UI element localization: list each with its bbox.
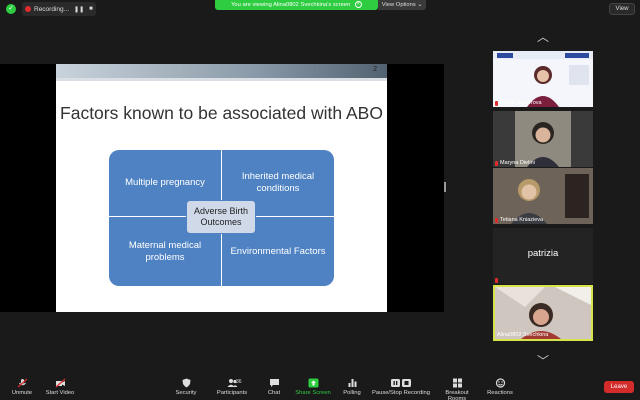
- zoom-window: ✓ Recording... ❚❚ ■ You are viewing Alin…: [0, 0, 640, 400]
- muted-mic-icon: [17, 378, 27, 388]
- resize-handle[interactable]: [444, 182, 446, 192]
- security-shield-icon[interactable]: ✓: [6, 4, 16, 14]
- unmute-label: Unmute: [11, 390, 33, 396]
- participant-tile-active-speaker[interactable]: Alina0802 Svechkina: [493, 285, 593, 341]
- unmute-button[interactable]: Unmute: [8, 378, 36, 396]
- scroll-up-chevron-icon[interactable]: ︿: [537, 28, 549, 45]
- leave-label: Leave: [610, 384, 628, 390]
- slide-page-number: 2: [373, 66, 377, 73]
- slide-header-band: [56, 64, 387, 78]
- muted-mic-icon: [495, 278, 498, 283]
- chat-button[interactable]: Chat: [264, 378, 284, 396]
- participant-name-label: Tetiana Kniazieva: [500, 217, 544, 223]
- security-button[interactable]: Security: [172, 378, 200, 396]
- scroll-down-chevron-icon[interactable]: ﹀: [537, 352, 549, 369]
- video-feed-image: [493, 51, 593, 107]
- participant-name: [495, 278, 498, 283]
- reactions-label: Reactions: [487, 390, 513, 396]
- share-screen-label: Share Screen: [295, 390, 331, 396]
- participant-name-label: Maryna Dielini: [500, 160, 535, 166]
- participants-button[interactable]: Participants: [214, 378, 250, 396]
- participant-name: Alina0802 Svechkina: [497, 332, 548, 338]
- muted-mic-icon: [495, 100, 498, 106]
- participant-tile[interactable]: Marija Nesterova: [493, 51, 593, 107]
- share-screen-button[interactable]: Share Screen: [295, 378, 331, 396]
- participants-count: 36: [236, 379, 242, 385]
- pause-stop-recording-button[interactable]: Pause/Stop Recording: [372, 378, 430, 396]
- view-options-label: View Options: [381, 2, 416, 8]
- presentation-slide: 2 Factors known to be associated with AB…: [56, 64, 387, 312]
- breakout-rooms-icon: [452, 378, 462, 388]
- participant-display-name: patrizia: [527, 248, 559, 259]
- pause-stop-recording-label: Pause/Stop Recording: [372, 390, 431, 396]
- participant-tile[interactable]: Maryna Dielini: [493, 111, 593, 167]
- pause-stop-icon: [391, 379, 411, 387]
- participant-tile[interactable]: Tetiana Kniazieva: [493, 168, 593, 224]
- stop-viewing-icon[interactable]: ×: [354, 0, 362, 8]
- slide-header-underline: [56, 78, 387, 81]
- quadrant-label: Multiple pregnancy: [125, 177, 205, 188]
- top-bar: ✓ Recording... ❚❚ ■ You are viewing Alin…: [0, 0, 640, 18]
- participant-tile[interactable]: patrizia: [493, 228, 593, 284]
- muted-mic-icon: [495, 217, 498, 223]
- muted-mic-icon: [495, 160, 498, 166]
- security-label: Security: [175, 390, 197, 396]
- recording-label: Recording...: [34, 5, 70, 13]
- start-video-button[interactable]: Start Video: [42, 378, 78, 396]
- quadrant-label: Environmental Factors: [230, 245, 326, 257]
- view-button[interactable]: View: [609, 3, 635, 15]
- video-feed-image: [515, 111, 571, 167]
- polling-button[interactable]: Polling: [342, 378, 362, 396]
- slide-title: Factors known to be associated with ABO: [60, 103, 383, 123]
- participant-name-label: Alina0802 Svechkina: [497, 332, 549, 338]
- chat-label: Chat: [267, 390, 281, 396]
- video-feed-image: [493, 168, 593, 224]
- view-options-button[interactable]: View Options ⌄: [378, 0, 426, 10]
- center-label: Adverse Birth Outcomes: [193, 206, 249, 227]
- reactions-button[interactable]: Reactions: [486, 378, 514, 396]
- reactions-icon: [495, 378, 505, 388]
- chat-icon: [269, 379, 279, 387]
- center-adverse-outcomes: Adverse Birth Outcomes: [186, 200, 256, 234]
- shield-icon: [182, 378, 190, 388]
- leave-button[interactable]: Leave: [604, 381, 634, 393]
- pause-recording-icon[interactable]: ❚❚: [74, 6, 84, 13]
- participant-name-label: Marija Nesterova: [500, 100, 542, 106]
- breakout-rooms-label: Breakout Rooms: [445, 390, 469, 400]
- viewing-text: You are viewing Alina0802 Svechkina's sc…: [231, 2, 351, 8]
- recording-dot-icon: [25, 6, 31, 12]
- share-screen-icon: [308, 378, 318, 388]
- polling-icon: [348, 379, 356, 387]
- participants-label: Participants: [216, 390, 248, 396]
- meeting-toolbar: Unmute Start Video Security Participants…: [0, 376, 640, 400]
- participant-name: Maryna Dielini: [495, 160, 535, 166]
- participant-name: Marija Nesterova: [495, 100, 542, 106]
- quadrant-label: Inherited medical conditions: [241, 171, 315, 194]
- start-video-label: Start Video: [45, 390, 75, 396]
- recording-indicator: Recording... ❚❚ ■: [22, 2, 96, 16]
- video-off-icon: [55, 378, 65, 388]
- view-button-label: View: [615, 6, 629, 12]
- quadrant-label: Maternal medical problems: [128, 239, 202, 263]
- breakout-rooms-button[interactable]: Breakout Rooms: [436, 378, 478, 400]
- viewing-banner: You are viewing Alina0802 Svechkina's sc…: [215, 0, 378, 10]
- polling-label: Polling: [343, 390, 361, 396]
- stop-recording-icon[interactable]: ■: [89, 6, 93, 12]
- participant-name: Tetiana Kniazieva: [495, 217, 543, 223]
